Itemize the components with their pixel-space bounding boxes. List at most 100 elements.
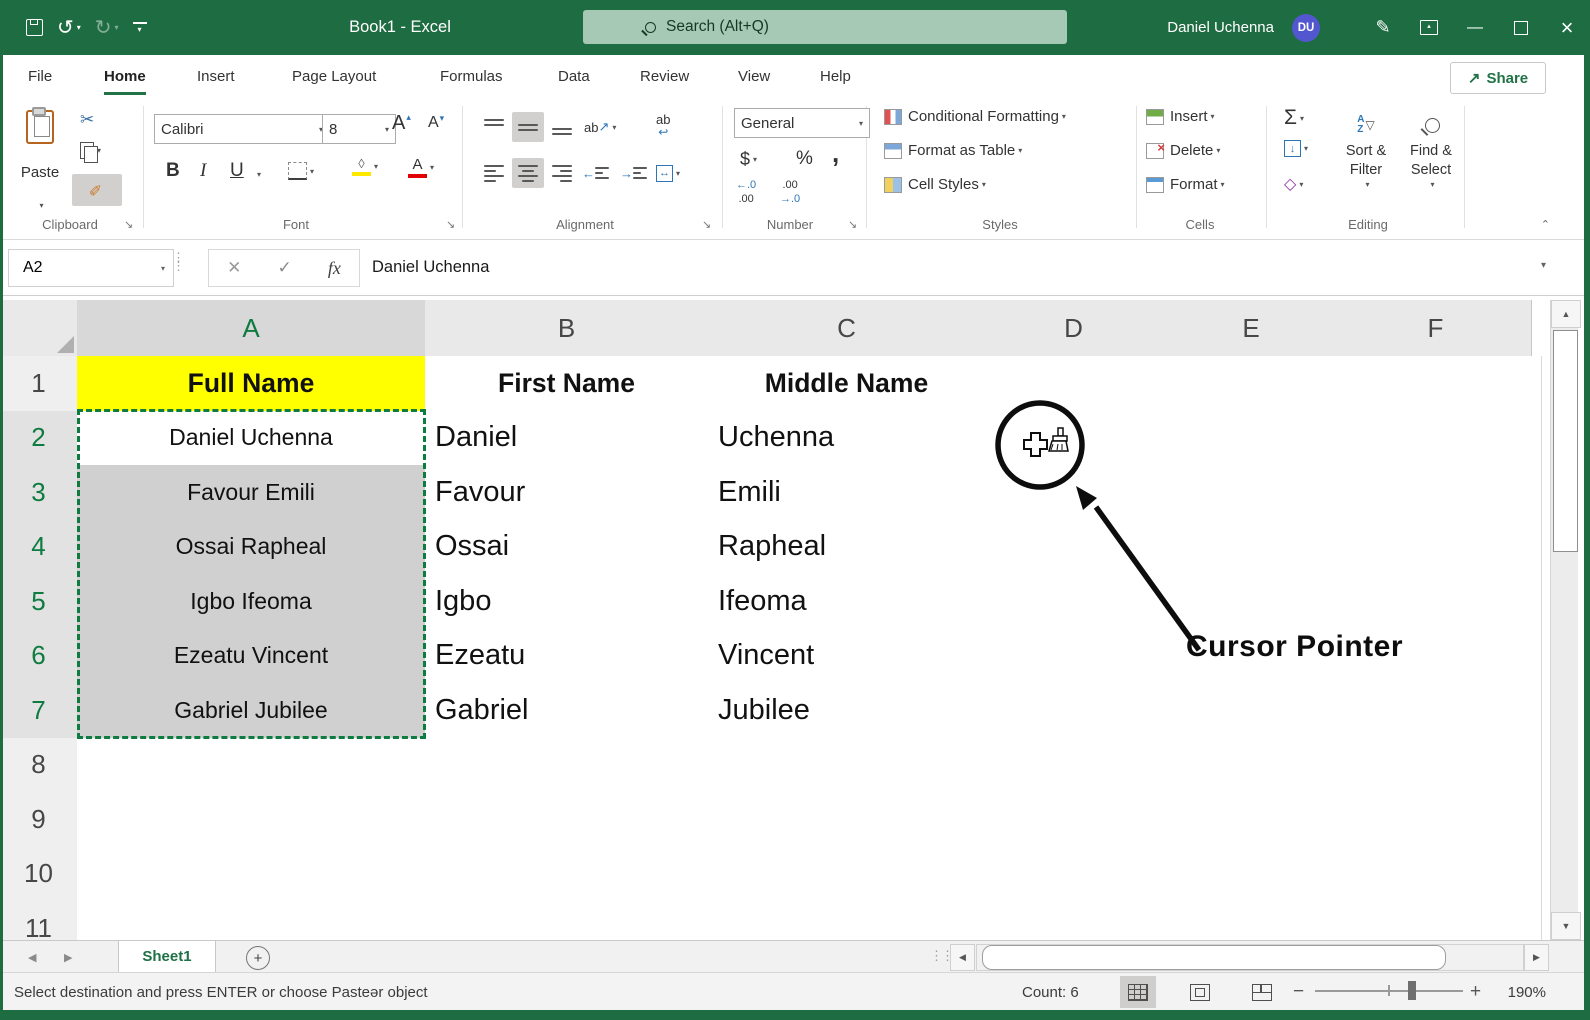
cell-F1[interactable] [1340, 356, 1542, 412]
copy-button[interactable]: ▾ [80, 142, 101, 159]
scroll-right-button[interactable]: ▶ [1524, 944, 1549, 971]
orientation-dropdown-icon[interactable]: ▾ [612, 123, 616, 132]
cell-B3[interactable]: Favour [425, 465, 719, 521]
format-as-table-button[interactable]: Format as Table▾ [884, 142, 1022, 159]
column-header-B[interactable]: B [425, 300, 709, 357]
row-header-7[interactable]: 7 [0, 683, 78, 739]
cell-A2[interactable]: Daniel Uchenna [77, 411, 426, 467]
sort-filter-dropdown-icon[interactable]: ▾ [1365, 180, 1369, 189]
increase-decimal-button[interactable]: ←.0.00 [736, 178, 756, 208]
cell-E10[interactable] [1162, 847, 1351, 903]
cell-E3[interactable] [1162, 465, 1351, 521]
borders-dropdown-icon[interactable]: ▾ [310, 167, 314, 176]
cell-E1[interactable] [1162, 356, 1351, 412]
column-header-A[interactable]: A [77, 300, 426, 359]
enter-icon[interactable]: ✓ [277, 258, 291, 278]
format-painter-button[interactable]: ✎ [72, 174, 122, 206]
zoom-level[interactable]: 190% [1490, 973, 1546, 1011]
user-name[interactable]: Daniel Uchenna [1167, 19, 1274, 36]
expand-formula-bar-icon[interactable]: ▾ [1541, 260, 1546, 271]
grow-font-button[interactable]: A▴ [392, 112, 411, 135]
row-header-2[interactable]: 2 [0, 411, 78, 467]
row-header-9[interactable]: 9 [0, 792, 78, 848]
undo-dropdown-icon[interactable]: ▾ [77, 23, 81, 32]
formula-bar-grip[interactable]: ⋮⋮ [172, 254, 184, 270]
paste-dropdown-icon[interactable]: ▾ [39, 201, 43, 210]
row-header-4[interactable]: 4 [0, 520, 78, 576]
delete-cells-button[interactable]: Delete▾ [1146, 142, 1220, 159]
cell-B11[interactable] [425, 901, 719, 940]
cut-button[interactable]: ✂ [80, 110, 94, 130]
scroll-down-button[interactable]: ▼ [1551, 912, 1581, 940]
merge-dropdown-icon[interactable]: ▾ [676, 169, 680, 178]
comma-style-button[interactable]: , [832, 138, 839, 168]
sort-filter-button[interactable]: AZ ▽ Sort & Filter ▾ [1336, 108, 1396, 189]
minimize-button[interactable]: — [1452, 0, 1498, 55]
share-button[interactable]: ↗Share [1450, 62, 1546, 94]
shrink-font-button[interactable]: A▾ [428, 114, 444, 132]
cell-A7[interactable]: Gabriel Jubilee [77, 683, 426, 739]
cell-C11[interactable] [708, 901, 996, 940]
tab-page-layout[interactable]: Page Layout [290, 55, 378, 98]
orientation-button[interactable]: ab ↗ ▾ [584, 112, 616, 142]
cell-A8[interactable] [77, 738, 426, 794]
cell-D4[interactable] [985, 520, 1173, 576]
cell-A9[interactable] [77, 792, 426, 848]
cell-C4[interactable]: Rapheal [708, 520, 996, 576]
cell-B5[interactable]: Igbo [425, 574, 719, 630]
number-format-combo[interactable]: General▾ [734, 108, 870, 138]
middle-align-button[interactable] [512, 112, 544, 142]
conditional-formatting-button[interactable]: Conditional Formatting▾ [884, 108, 1066, 125]
page-break-view-button[interactable] [1244, 976, 1280, 1008]
cell-B10[interactable] [425, 847, 719, 903]
fill-dropdown-icon[interactable]: ▾ [1304, 144, 1308, 153]
tab-home[interactable]: Home [102, 55, 148, 98]
cell-D3[interactable] [985, 465, 1173, 521]
cell-E9[interactable] [1162, 792, 1351, 848]
cell-B1[interactable]: First Name [425, 356, 709, 412]
cell-A11[interactable] [77, 901, 426, 940]
cell-B6[interactable]: Ezeatu [425, 629, 719, 685]
paste-button[interactable]: Paste ▾ [16, 106, 64, 214]
vertical-scroll-thumb[interactable] [1553, 330, 1578, 552]
new-sheet-button[interactable]: + [246, 946, 270, 970]
cell-C8[interactable] [708, 738, 996, 794]
cell-B9[interactable] [425, 792, 719, 848]
align-right-button[interactable] [546, 158, 578, 188]
bottom-align-button[interactable] [546, 112, 578, 142]
sheet-tab-sheet1[interactable]: Sheet1 [118, 941, 216, 975]
cell-F9[interactable] [1340, 792, 1542, 848]
decrease-indent-button[interactable]: ← [582, 158, 609, 188]
accounting-dropdown-icon[interactable]: ▾ [753, 155, 757, 164]
row-header-6[interactable]: 6 [0, 629, 78, 685]
find-select-button[interactable]: Find & Select ▾ [1402, 108, 1460, 189]
undo-button[interactable]: ↺▾ [57, 15, 81, 40]
tab-file[interactable]: File [26, 55, 54, 98]
next-sheet-icon[interactable]: ▶ [64, 941, 72, 973]
tab-help[interactable]: Help [818, 55, 853, 98]
cell-A4[interactable]: Ossai Rapheal [77, 520, 426, 576]
font-dialog-launcher[interactable]: ↘ [446, 218, 455, 231]
row-header-5[interactable]: 5 [0, 574, 78, 630]
underline-dropdown-icon[interactable]: ▾ [257, 170, 261, 179]
zoom-out-button[interactable]: − [1293, 981, 1304, 1003]
zoom-slider-thumb[interactable] [1408, 981, 1416, 1000]
cell-C6[interactable]: Vincent [708, 629, 996, 685]
cell-A10[interactable] [77, 847, 426, 903]
cell-D1[interactable] [985, 356, 1173, 412]
increase-indent-button[interactable]: → [620, 158, 647, 188]
clipboard-dialog-launcher[interactable]: ↘ [124, 218, 133, 231]
insert-cells-button[interactable]: Insert▾ [1146, 108, 1215, 125]
borders-button[interactable]: ▾ [288, 162, 314, 180]
clear-button[interactable]: ◇▾ [1284, 174, 1303, 194]
cell-C10[interactable] [708, 847, 996, 903]
alignment-dialog-launcher[interactable]: ↘ [702, 218, 711, 231]
clear-dropdown-icon[interactable]: ▾ [1299, 180, 1303, 189]
autosum-button[interactable]: Σ▾ [1284, 106, 1304, 130]
cell-C3[interactable]: Emili [708, 465, 996, 521]
cell-D7[interactable] [985, 683, 1173, 739]
column-header-C[interactable]: C [708, 300, 986, 357]
prev-sheet-icon[interactable]: ◀ [28, 941, 36, 973]
cell-F11[interactable] [1340, 901, 1542, 940]
cell-A5[interactable]: Igbo Ifeoma [77, 574, 426, 630]
